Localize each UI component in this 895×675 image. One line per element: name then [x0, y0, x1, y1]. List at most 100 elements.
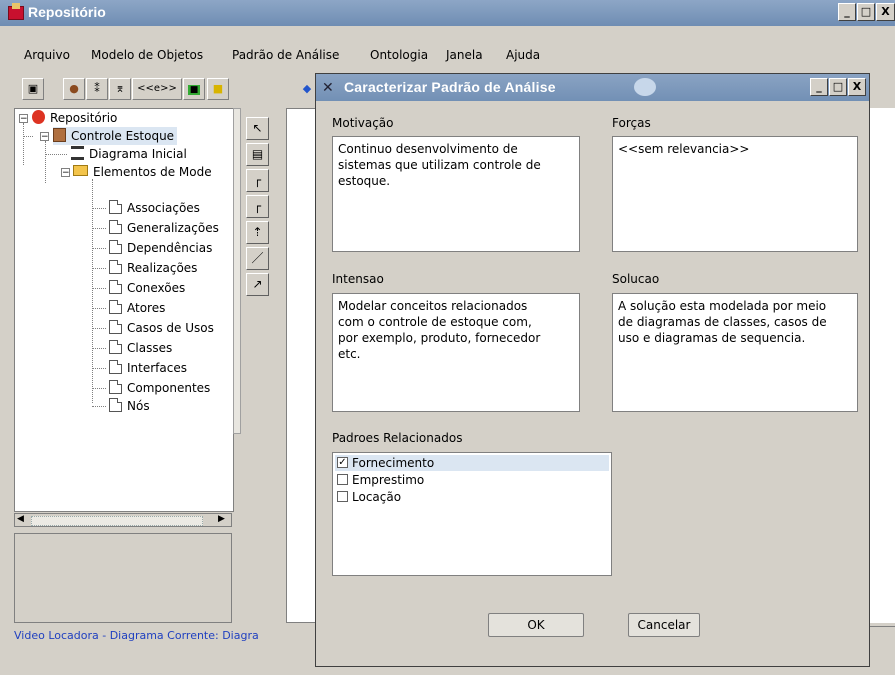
diagram-icon: [71, 146, 84, 160]
intensao-textarea[interactable]: Modelar conceitos relacionados com o con…: [332, 293, 580, 412]
menu-ajuda[interactable]: Ajuda: [506, 48, 540, 62]
dialog-minimize-icon[interactable]: _: [810, 78, 828, 96]
close-icon[interactable]: X: [876, 3, 895, 21]
tree-item-dependencias[interactable]: Dependências: [109, 239, 212, 257]
properties-panel: [14, 533, 232, 623]
tree-item-label: Nós: [127, 399, 150, 413]
database-icon[interactable]: ■: [207, 78, 229, 100]
tree-item-label: Diagrama Inicial: [89, 147, 187, 161]
document-icon: [109, 240, 122, 254]
main-window-title: Repositório: [28, 4, 106, 20]
dialog-close-icon[interactable]: X: [848, 78, 866, 96]
generalization-icon[interactable]: ┌: [246, 195, 269, 218]
tree-vertical-scrollbar[interactable]: [233, 108, 241, 434]
diagram-icon[interactable]: ⌆: [109, 78, 131, 100]
tools-icon: ✕: [322, 80, 334, 96]
padroes-list[interactable]: ✓ Fornecimento Emprestimo Locação: [332, 452, 612, 576]
forcas-label: Forças: [612, 116, 651, 130]
save-icon[interactable]: ▣: [22, 78, 44, 100]
class-icon[interactable]: ▤: [246, 143, 269, 166]
caracterizar-dialog: ✕ Caracterizar Padrão de Análise _ □ X M…: [315, 73, 870, 667]
tree-item-label: Dependências: [127, 241, 213, 255]
motivacao-textarea[interactable]: Continuo desenvolvimento de sistemas que…: [332, 136, 580, 252]
repository-tree[interactable]: − Repositório − Controle Estoque Diagram…: [14, 108, 234, 512]
tool-palette: ↖ ▤ ┌ ┌ ⇡ ／ ↗: [241, 117, 277, 337]
list-item-label: Fornecimento: [352, 456, 435, 470]
tree-item-label: Repositório: [50, 111, 118, 125]
document-icon: [109, 340, 122, 354]
checkbox-icon[interactable]: [337, 474, 348, 485]
tree-item-nos[interactable]: Nós: [109, 397, 150, 415]
tree-item-conexoes[interactable]: Conexões: [109, 279, 185, 297]
document-icon: [109, 380, 122, 394]
maximize-icon[interactable]: □: [857, 3, 875, 21]
menu-padrao-de-analise[interactable]: Padrão de Análise: [232, 48, 339, 62]
realization-icon[interactable]: ／: [246, 247, 269, 270]
menu-modelo-de-objetos[interactable]: Modelo de Objetos: [91, 48, 203, 62]
forcas-textarea[interactable]: <<sem relevancia>>: [612, 136, 858, 252]
repository-icon: [32, 110, 45, 124]
package-icon[interactable]: ●: [63, 78, 85, 100]
list-item[interactable]: ✓ Fornecimento: [335, 455, 609, 471]
tree-item-classes[interactable]: Classes: [109, 339, 172, 357]
tree-item-associacoes[interactable]: Associações: [109, 199, 200, 217]
tree-item-label: Interfaces: [127, 361, 187, 375]
tree-item-label: Realizações: [127, 261, 198, 275]
repository-app-icon: [8, 3, 24, 20]
tree-item-elementos[interactable]: Elementos de Mode: [73, 163, 212, 181]
paint-icon[interactable]: ◆: [298, 78, 316, 100]
list-item-label: Locação: [352, 490, 402, 504]
tree-item-interfaces[interactable]: Interfaces: [109, 359, 187, 377]
component-icon[interactable]: ■: [183, 78, 205, 100]
cancel-button[interactable]: Cancelar: [628, 613, 700, 637]
checkbox-icon[interactable]: [337, 491, 348, 502]
collapse-icon[interactable]: −: [40, 132, 49, 142]
element-button[interactable]: <<e>>: [132, 78, 182, 100]
tree-item-label: Atores: [127, 301, 166, 315]
document-icon: [109, 200, 122, 214]
collapse-icon[interactable]: −: [19, 114, 28, 124]
scroll-left-icon[interactable]: ◀: [17, 514, 24, 524]
main-title-bar[interactable]: Repositório _ □ X: [0, 0, 895, 26]
collapse-icon[interactable]: −: [61, 168, 70, 178]
list-item[interactable]: Locação: [335, 489, 609, 505]
list-item[interactable]: Emprestimo: [335, 472, 609, 488]
tree-item-realizacoes[interactable]: Realizações: [109, 259, 197, 277]
checkbox-checked-icon[interactable]: ✓: [337, 457, 348, 468]
connection-icon[interactable]: ↗: [246, 273, 269, 296]
document-icon: [109, 320, 122, 334]
actors-icon[interactable]: ⁑: [86, 78, 108, 100]
menu-arquivo[interactable]: Arquivo: [24, 48, 70, 62]
menu-janela[interactable]: Janela: [446, 48, 483, 62]
menu-ontologia[interactable]: Ontologia: [370, 48, 428, 62]
tree-item-repositorio[interactable]: Repositório: [32, 109, 117, 127]
diagram-canvas-right[interactable]: [866, 108, 895, 623]
dependency-icon[interactable]: ⇡: [246, 221, 269, 244]
tree-item-componentes[interactable]: Componentes: [109, 379, 210, 397]
ok-button[interactable]: OK: [488, 613, 584, 637]
pointer-icon[interactable]: ↖: [246, 117, 269, 140]
folder-icon: [73, 165, 88, 176]
tree-horizontal-scrollbar[interactable]: ◀ ▶: [14, 513, 232, 527]
document-icon: [109, 360, 122, 374]
tree-item-atores[interactable]: Atores: [109, 299, 165, 317]
tree-item-controle-estoque[interactable]: Controle Estoque: [53, 127, 178, 145]
document-icon: [109, 280, 122, 294]
tree-item-casos-de-usos[interactable]: Casos de Usos: [109, 319, 214, 337]
dialog-title-bar[interactable]: ✕ Caracterizar Padrão de Análise _ □ X: [316, 74, 869, 101]
document-icon: [109, 398, 122, 412]
scrollbar-thumb[interactable]: [31, 516, 203, 526]
tree-item-generalizacoes[interactable]: Generalizações: [109, 219, 219, 237]
diagram-canvas[interactable]: [286, 108, 316, 623]
separator-icon: [234, 78, 256, 100]
tree-item-label: Generalizações: [127, 221, 219, 235]
tree-item-diagrama-inicial[interactable]: Diagrama Inicial: [71, 145, 187, 163]
association-icon[interactable]: ┌: [246, 169, 269, 192]
menu-bar: Arquivo Modelo de Objetos Padrão de Anál…: [0, 42, 895, 64]
dialog-maximize-icon[interactable]: □: [829, 78, 847, 96]
scroll-right-icon[interactable]: ▶: [218, 514, 225, 524]
document-icon: [109, 220, 122, 234]
solucao-textarea[interactable]: A solução esta modelada por meio de diag…: [612, 293, 858, 412]
minimize-icon[interactable]: _: [838, 3, 856, 21]
package-icon: [53, 128, 66, 142]
